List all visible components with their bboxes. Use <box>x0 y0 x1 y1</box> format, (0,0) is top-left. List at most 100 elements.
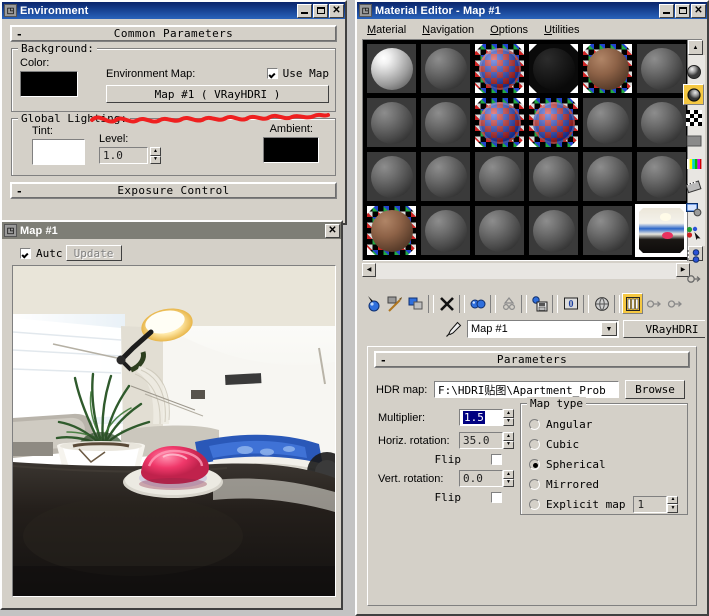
map-type-option[interactable]: Mirrored <box>529 476 683 492</box>
map-type-option[interactable]: Cubic <box>529 436 683 452</box>
map-type-option[interactable]: Angular <box>529 416 683 432</box>
radio-button[interactable] <box>529 478 540 490</box>
material-slot[interactable] <box>473 42 526 95</box>
material-slot[interactable] <box>365 150 418 203</box>
menu-utilities[interactable]: Utilities <box>544 24 579 36</box>
menu-material[interactable]: Material <box>367 24 406 36</box>
material-slot[interactable] <box>527 204 580 257</box>
level-spinner[interactable]: ▲ ▼ <box>150 147 161 164</box>
spin-down-icon[interactable]: ▼ <box>503 440 514 449</box>
material-slot[interactable] <box>419 204 472 257</box>
sample-type-sphere-icon[interactable] <box>683 61 704 82</box>
close-button[interactable]: ✕ <box>691 3 706 18</box>
make-unique-icon[interactable] <box>498 293 519 314</box>
material-slot[interactable] <box>365 204 418 257</box>
reset-map-icon[interactable] <box>436 293 457 314</box>
horiz-rotation-spinner[interactable]: ▲ ▼ <box>503 432 514 449</box>
maximize-button[interactable] <box>313 3 328 18</box>
select-by-material-icon[interactable] <box>683 222 704 243</box>
multiplier-field[interactable]: 1.5 <box>459 409 503 426</box>
show-map-in-viewport-icon[interactable] <box>591 293 612 314</box>
rollup-toggle[interactable]: - <box>380 354 387 367</box>
chevron-down-icon[interactable]: ▼ <box>601 322 617 336</box>
hdr-map-field[interactable]: F:\HDRI贴图\Apartment_Prob <box>434 381 619 398</box>
material-slot[interactable] <box>473 150 526 203</box>
auto-update-checkbox[interactable] <box>20 247 31 259</box>
material-slot[interactable] <box>419 150 472 203</box>
map-type-option[interactable]: Spherical <box>529 456 683 472</box>
material-slot[interactable] <box>635 150 688 203</box>
make-preview-icon[interactable] <box>683 176 704 197</box>
vert-rotation-spinner[interactable]: ▲ ▼ <box>503 470 514 487</box>
scroll-up-arrow[interactable]: ▲ <box>688 40 703 55</box>
radio-button[interactable] <box>529 418 540 430</box>
material-sample-slots[interactable] <box>362 39 690 261</box>
assign-material-to-selection-icon[interactable] <box>405 293 426 314</box>
radio-button[interactable] <box>529 438 540 450</box>
backlight-icon[interactable] <box>683 84 704 105</box>
horiz-rotation-field[interactable]: 35.0 <box>459 432 503 449</box>
material-slot[interactable] <box>581 42 634 95</box>
map-preview-titlebar[interactable]: ◳ Map #1 ✕ <box>2 222 341 239</box>
minimize-button[interactable] <box>297 3 312 18</box>
make-material-copy-icon[interactable] <box>467 293 488 314</box>
material-slot[interactable] <box>527 42 580 95</box>
environment-map-button[interactable]: Map #1 ( VRayHDRI ) <box>106 85 329 103</box>
maximize-button[interactable] <box>675 3 690 18</box>
parameters-rollup-header[interactable]: - Parameters <box>375 352 689 367</box>
material-type-button[interactable]: VRayHDRI <box>623 320 705 338</box>
environment-titlebar[interactable]: ◳ Environment ✕ <box>2 2 345 19</box>
background-checker-icon[interactable] <box>683 107 704 128</box>
material-slot[interactable] <box>473 96 526 149</box>
radio-button[interactable] <box>529 498 540 510</box>
material-slot[interactable] <box>365 42 418 95</box>
horiz-flip-checkbox[interactable] <box>491 454 502 465</box>
rollup-toggle[interactable]: - <box>16 28 23 41</box>
radio-button[interactable] <box>529 458 540 470</box>
spin-up-icon[interactable]: ▲ <box>150 147 161 156</box>
spin-up-icon[interactable]: ▲ <box>503 432 514 441</box>
spin-up-icon[interactable]: ▲ <box>503 470 514 479</box>
spin-down-icon[interactable]: ▼ <box>150 155 161 164</box>
spin-down-icon[interactable]: ▼ <box>503 478 514 487</box>
browse-button[interactable]: Browse <box>625 380 685 399</box>
ambient-color-swatch[interactable] <box>263 137 319 163</box>
material-editor-titlebar[interactable]: ◳ Material Editor - Map #1 ✕ <box>357 2 707 19</box>
spin-up-icon[interactable]: ▲ <box>667 495 679 504</box>
go-forward-to-sibling-icon[interactable] <box>664 293 685 314</box>
material-slot[interactable] <box>365 96 418 149</box>
put-material-to-scene-icon[interactable] <box>384 293 405 314</box>
material-slot[interactable] <box>581 96 634 149</box>
get-material-icon[interactable] <box>363 293 384 314</box>
vert-flip-checkbox[interactable] <box>491 492 502 503</box>
put-to-library-icon[interactable] <box>529 293 550 314</box>
sample-uv-tiling-icon[interactable] <box>683 130 704 151</box>
background-color-swatch[interactable] <box>20 71 78 97</box>
video-color-check-icon[interactable] <box>683 153 704 174</box>
material-effects-channel-icon[interactable]: 0 <box>560 293 581 314</box>
show-end-result-icon[interactable] <box>683 268 704 289</box>
spin-down-icon[interactable]: ▼ <box>503 417 514 426</box>
close-button[interactable]: ✕ <box>325 223 340 238</box>
rollup-toggle[interactable]: - <box>16 185 23 198</box>
material-slot[interactable] <box>473 204 526 257</box>
vert-rotation-field[interactable]: 0.0 <box>459 470 503 487</box>
material-slot[interactable] <box>581 204 634 257</box>
material-name-combo[interactable]: Map #1 ▼ <box>467 320 619 338</box>
material-slot[interactable] <box>527 96 580 149</box>
material-slot[interactable] <box>635 42 688 95</box>
scroll-left-arrow[interactable]: ◀ <box>362 263 376 277</box>
pick-material-icon[interactable] <box>443 320 463 338</box>
slots-horizontal-scrollbar[interactable]: ◀ ▶ <box>362 263 690 279</box>
menu-navigation[interactable]: Navigation <box>422 24 474 36</box>
material-slot[interactable] <box>527 150 580 203</box>
multiplier-spinner[interactable]: ▲ ▼ <box>503 409 514 426</box>
material-id-channel-icon[interactable] <box>683 245 704 266</box>
show-end-result-icon[interactable] <box>622 293 643 314</box>
map-type-option[interactable]: Explicit map 1 ▲ ▼ <box>529 495 683 513</box>
material-slot[interactable] <box>581 150 634 203</box>
level-field[interactable]: 1.0 <box>99 147 148 164</box>
exposure-control-header[interactable]: - Exposure Control <box>11 183 336 198</box>
tint-color-swatch[interactable] <box>32 139 85 165</box>
go-to-parent-icon[interactable] <box>643 293 664 314</box>
